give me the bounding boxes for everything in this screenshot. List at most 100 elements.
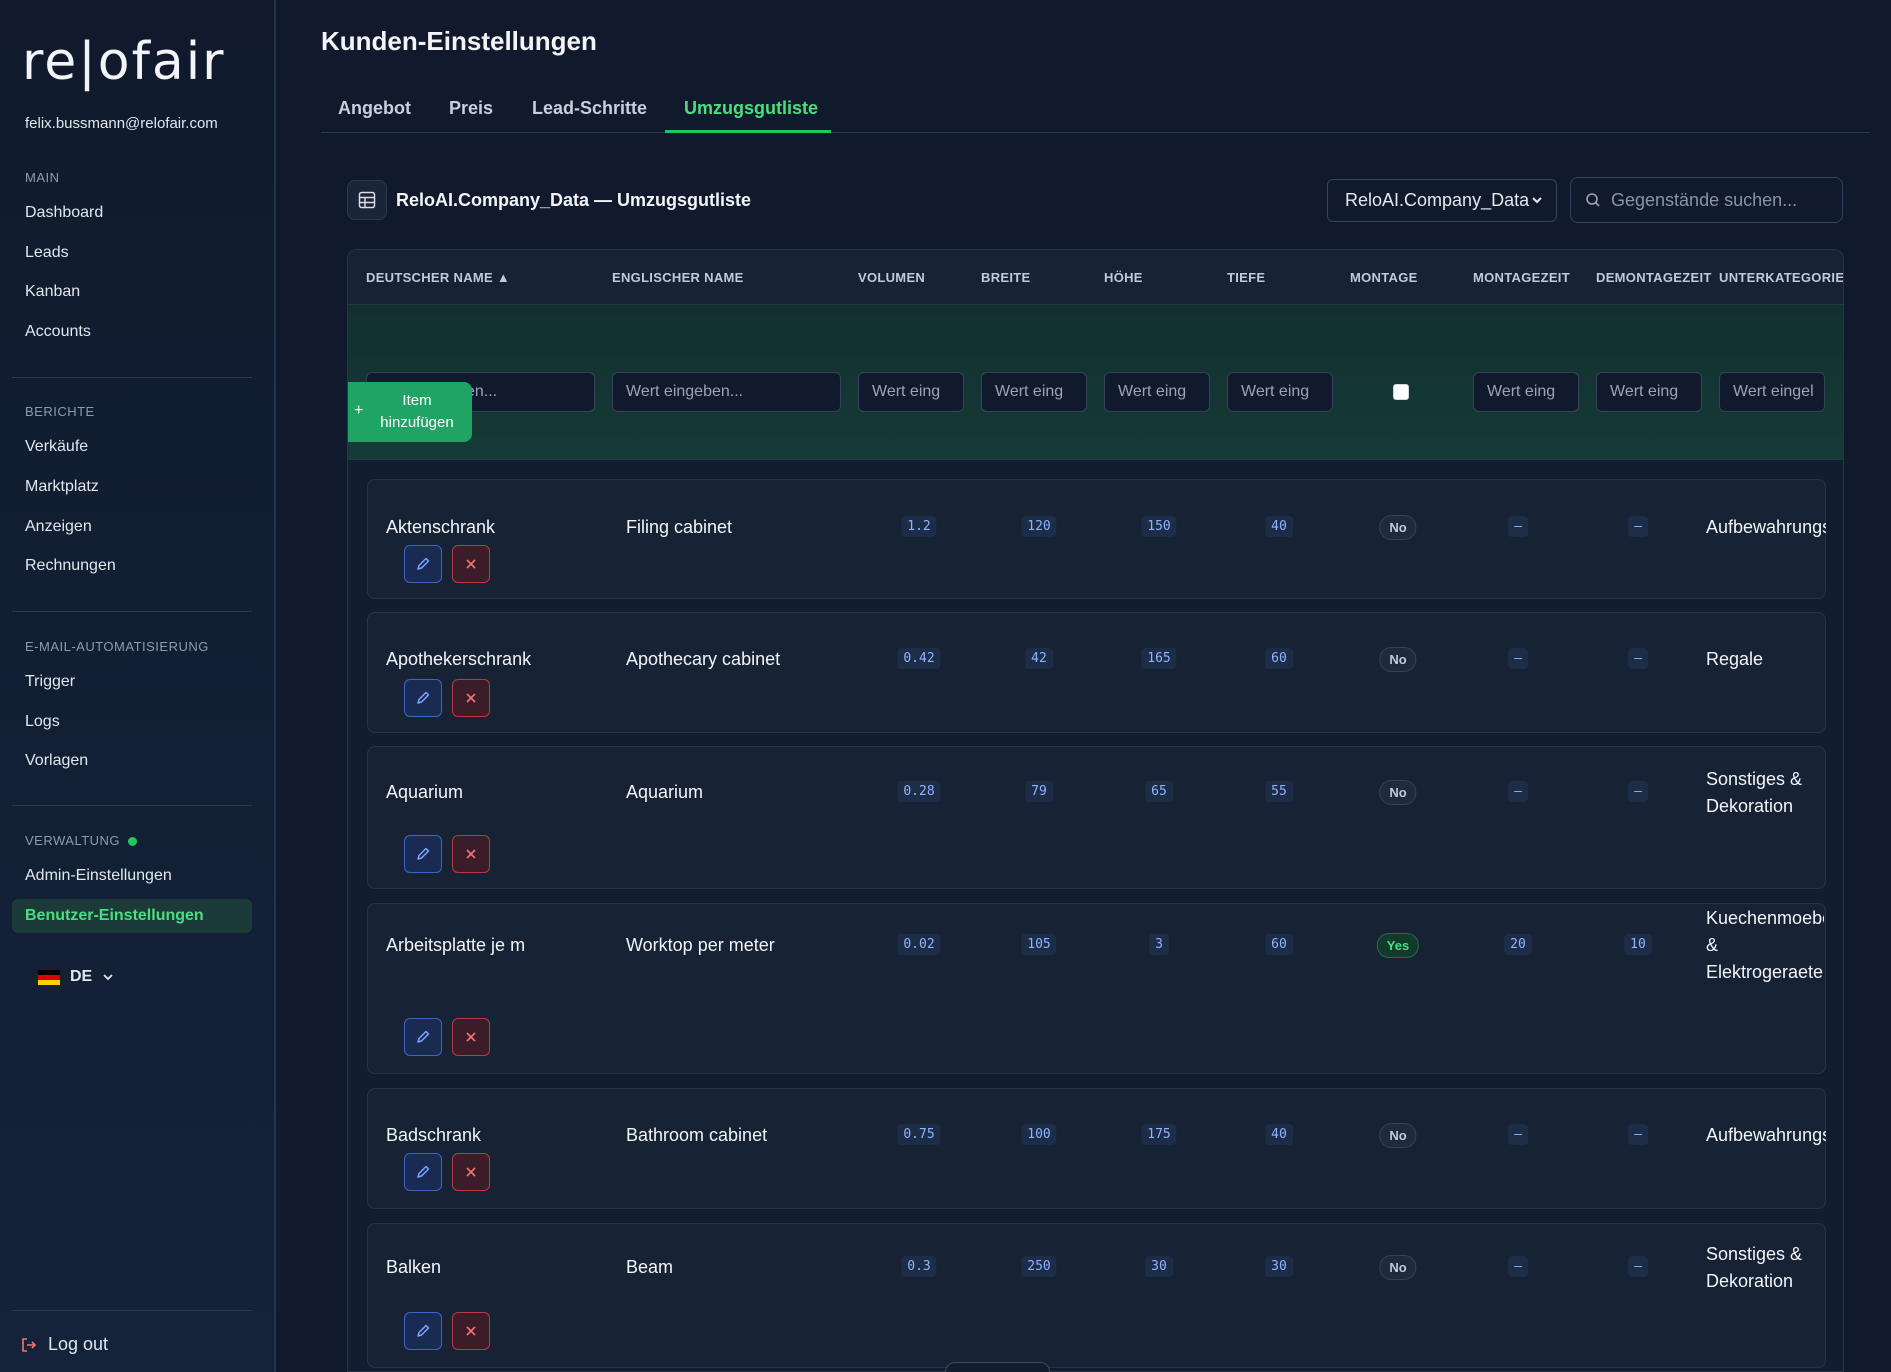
- col-montage[interactable]: MONTAGE: [1350, 270, 1418, 285]
- cell-hoehe: 175: [1141, 1124, 1177, 1145]
- col-englischer-name[interactable]: ENGLISCHER NAME: [612, 270, 744, 285]
- col-demontagezeit[interactable]: DEMONTAGEZEIT: [1596, 270, 1712, 285]
- pencil-icon: [417, 557, 430, 570]
- col-volumen[interactable]: VOLUMEN: [858, 270, 925, 285]
- filter-volumen[interactable]: [858, 372, 964, 412]
- sidebar-item-trigger[interactable]: Trigger: [25, 673, 75, 691]
- search-input[interactable]: [1611, 189, 1821, 211]
- section-main-label: MAIN: [25, 170, 60, 185]
- company-data-select[interactable]: ReloAI.Company_Data: [1327, 179, 1557, 222]
- cell-deutscher-name: Badschrank: [386, 1125, 482, 1145]
- filter-montagezeit[interactable]: [1473, 372, 1579, 412]
- user-email: felix.bussmann@relofair.com: [25, 115, 218, 132]
- sidebar-item-marktplatz[interactable]: Marktplatz: [25, 478, 99, 496]
- edit-button[interactable]: [404, 1018, 442, 1056]
- edit-button[interactable]: [404, 545, 442, 583]
- language-selector[interactable]: DE: [38, 968, 114, 986]
- cell-englischer-name: Beam: [626, 1257, 674, 1277]
- delete-button[interactable]: [452, 835, 490, 873]
- pencil-icon: [417, 1324, 430, 1337]
- tab-preis[interactable]: Preis: [449, 98, 493, 119]
- cell-hoehe: 30: [1145, 1256, 1173, 1277]
- edit-button[interactable]: [404, 835, 442, 873]
- delete-button[interactable]: [452, 1312, 490, 1350]
- sidebar-divider: [12, 805, 252, 806]
- sidebar-item-rechnungen[interactable]: Rechnungen: [25, 557, 116, 575]
- col-breite[interactable]: BREITE: [981, 270, 1030, 285]
- filter-row: [348, 305, 1843, 460]
- status-dot: [128, 837, 137, 846]
- sidebar-divider: [12, 377, 252, 378]
- tab-angebot[interactable]: Angebot: [338, 98, 411, 119]
- table-header: DEUTSCHER NAME ▲ ENGLISCHER NAME VOLUMEN…: [348, 250, 1843, 305]
- edit-button[interactable]: [404, 1312, 442, 1350]
- close-icon: [466, 693, 476, 703]
- sidebar-item-logs[interactable]: Logs: [25, 713, 60, 731]
- sidebar-item-verkaeufe[interactable]: Verkäufe: [25, 438, 88, 456]
- col-tiefe[interactable]: TIEFE: [1227, 270, 1265, 285]
- montage-badge: No: [1379, 515, 1417, 540]
- chevron-down-icon: [103, 974, 113, 981]
- edit-button[interactable]: [404, 679, 442, 717]
- tab-lead-schritte[interactable]: Lead-Schritte: [532, 98, 647, 119]
- cell-deutscher-name: Balken: [386, 1257, 442, 1277]
- logout-label: Log out: [48, 1334, 109, 1354]
- table-row: Aquarium Aquarium 0.28 79 65 55 No – – Sonstiges …: [367, 746, 1826, 889]
- cell-volumen: 0.02: [897, 934, 941, 955]
- cell-demontagezeit: –: [1628, 1256, 1648, 1277]
- sidebar-item-leads[interactable]: Leads: [25, 244, 69, 262]
- section-verwaltung-label: VERWALTUNG: [25, 833, 121, 848]
- cell-hoehe: 165: [1141, 648, 1177, 669]
- filter-unterkategorie[interactable]: [1719, 372, 1825, 412]
- montage-badge: No: [1379, 647, 1417, 672]
- cell-hoehe: 150: [1141, 516, 1177, 537]
- plus-icon: +: [354, 402, 364, 419]
- filter-demontagezeit[interactable]: [1596, 372, 1702, 412]
- cell-deutscher-name: Aquarium: [386, 782, 464, 802]
- delete-button[interactable]: [452, 679, 490, 717]
- tab-umzugsgutliste[interactable]: Umzugsgutliste: [684, 98, 818, 119]
- cell-englischer-name: Aquarium: [626, 782, 704, 802]
- chevron-down-icon: [1532, 197, 1542, 204]
- cell-tiefe: 40: [1265, 1124, 1293, 1145]
- cell-tiefe: 60: [1265, 934, 1293, 955]
- cell-demontagezeit: –: [1628, 781, 1648, 802]
- sidebar-item-kanban[interactable]: Kanban: [25, 283, 80, 301]
- col-montagezeit[interactable]: MONTAGEZEIT: [1473, 270, 1570, 285]
- scroll-indicator[interactable]: [945, 1362, 1050, 1372]
- col-unterkategorie[interactable]: UNTERKATEGORIE: [1719, 270, 1843, 285]
- sidebar: re|ofair felix.bussmann@relofair.com MAI…: [0, 0, 276, 1372]
- edit-button[interactable]: [404, 1153, 442, 1191]
- close-icon: [466, 849, 476, 859]
- col-hoehe[interactable]: HÖHE: [1104, 270, 1143, 285]
- filter-englischer-name[interactable]: [612, 372, 841, 412]
- table-row: Balken Beam 0.3 250 30 30 No – – Sonstiges & Deko…: [367, 1223, 1826, 1368]
- cell-englischer-name: Bathroom cabinet: [626, 1125, 768, 1145]
- filter-breite[interactable]: [981, 372, 1087, 412]
- col-deutscher-name[interactable]: DEUTSCHER NAME ▲: [366, 270, 510, 285]
- cell-breite: 105: [1021, 934, 1057, 955]
- close-icon: [466, 1032, 476, 1042]
- montage-badge: No: [1379, 780, 1417, 805]
- sidebar-divider: [12, 1310, 252, 1311]
- add-item-button[interactable]: + Item hinzufügen: [348, 382, 472, 442]
- delete-button[interactable]: [452, 1018, 490, 1056]
- section-berichte-label: BERICHTE: [25, 404, 95, 419]
- delete-button[interactable]: [452, 1153, 490, 1191]
- sidebar-item-accounts[interactable]: Accounts: [25, 323, 91, 341]
- filter-hoehe[interactable]: [1104, 372, 1210, 412]
- cell-demontagezeit: –: [1628, 1124, 1648, 1145]
- table-row: Arbeitsplatte je m Worktop per meter 0.02 1…: [367, 903, 1826, 1074]
- sidebar-item-vorlagen[interactable]: Vorlagen: [25, 752, 88, 770]
- table-row: Badschrank Bathroom cabinet 0.75 100 175 40 No…: [367, 1088, 1826, 1209]
- sidebar-item-dashboard[interactable]: Dashboard: [25, 204, 103, 222]
- cell-unterkategorie: Sonstiges & Dekoration: [1706, 769, 1803, 816]
- filter-tiefe[interactable]: [1227, 372, 1333, 412]
- cell-volumen: 0.3: [901, 1256, 937, 1277]
- sidebar-item-anzeigen[interactable]: Anzeigen: [25, 518, 92, 536]
- add-item-label-2: hinzufügen: [380, 414, 454, 431]
- logout-button[interactable]: Log out: [20, 1334, 108, 1355]
- filter-montage-checkbox[interactable]: [1393, 384, 1409, 400]
- delete-button[interactable]: [452, 545, 490, 583]
- sidebar-item-admin-einstellungen[interactable]: Admin-Einstellungen: [25, 867, 172, 885]
